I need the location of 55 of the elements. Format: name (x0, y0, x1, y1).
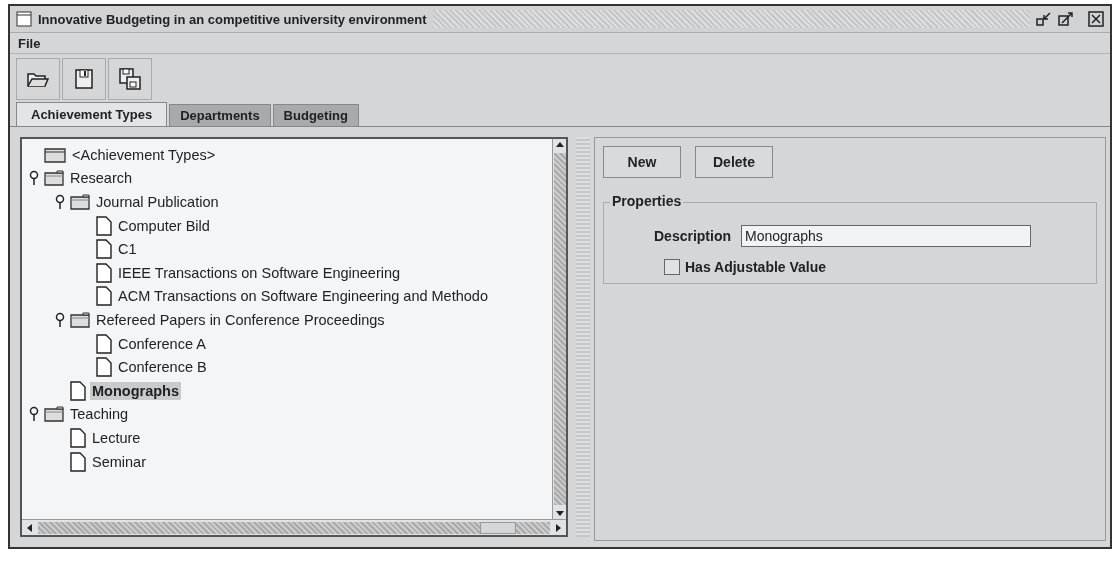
document-icon (96, 333, 112, 354)
maximize-icon[interactable] (1058, 11, 1074, 27)
expand-handle-icon[interactable] (28, 406, 40, 423)
action-button[interactable]: Delete (695, 146, 773, 178)
checkbox[interactable] (664, 259, 680, 275)
tree-item[interactable]: ACM Transactions on Software Engineering and Methodo (116, 287, 490, 306)
tree-item[interactable]: Conference A (116, 334, 208, 353)
tree-item[interactable]: IEEE Transactions on Software Engineering (116, 263, 403, 282)
tree-item[interactable]: C1 (116, 240, 139, 259)
field-label: Description (654, 228, 731, 244)
document-icon (70, 451, 86, 472)
action-button[interactable]: New (603, 146, 681, 178)
document-icon (70, 380, 86, 401)
document-icon (96, 286, 112, 307)
tree-item[interactable]: Monographs (90, 381, 181, 400)
close-icon[interactable] (1088, 11, 1104, 27)
checkbox-label[interactable]: Has Adjustable Value (685, 259, 827, 275)
menu-item[interactable]: File (18, 35, 41, 51)
tab[interactable]: Departments (169, 104, 271, 126)
scrollbar-thumb[interactable] (480, 521, 516, 534)
tree-item[interactable]: Computer Bild (116, 216, 212, 235)
expand-handle-icon[interactable] (54, 311, 66, 328)
save-as-button[interactable] (108, 58, 152, 100)
tree-item[interactable]: Lecture (90, 428, 143, 447)
tree-item[interactable]: Seminar (90, 452, 148, 471)
document-icon (96, 239, 112, 260)
folder-icon (70, 194, 90, 210)
expand-handle-icon[interactable] (28, 170, 40, 187)
tree-item[interactable]: Research (68, 169, 135, 188)
two-floppy-disks-icon (118, 67, 142, 91)
tree-item[interactable]: Refereed Papers in Conference Proceedings (94, 310, 387, 329)
folder-icon (70, 311, 90, 328)
document-icon (70, 427, 86, 448)
vertical-scrollbar[interactable] (552, 139, 566, 519)
horizontal-scrollbar[interactable] (22, 519, 566, 535)
tree-item[interactable]: <Achievement Types> (70, 145, 218, 164)
document-icon (96, 262, 112, 283)
tree-item[interactable]: Journal Publication (94, 193, 221, 211)
folder-icon (44, 406, 64, 423)
folder-icon (44, 170, 64, 187)
panel-title: Properties (610, 193, 684, 209)
window-icon (16, 11, 32, 27)
window-title: Innovative Budgeting in an competitive university environment (38, 11, 427, 27)
tab[interactable]: Budgeting (272, 104, 359, 126)
tab[interactable]: Achievement Types (16, 102, 168, 126)
minimize-icon[interactable] (1036, 11, 1052, 27)
folder-icon (44, 146, 66, 163)
description-field[interactable]: Monographs (741, 225, 1031, 247)
document-icon (96, 215, 112, 236)
save-button[interactable] (62, 58, 106, 100)
expand-handle-icon[interactable] (54, 194, 66, 210)
document-icon (96, 357, 112, 378)
tree-item[interactable]: Teaching (68, 405, 131, 424)
open-button[interactable] (16, 58, 60, 100)
tree-item[interactable]: Conference B (116, 358, 209, 377)
